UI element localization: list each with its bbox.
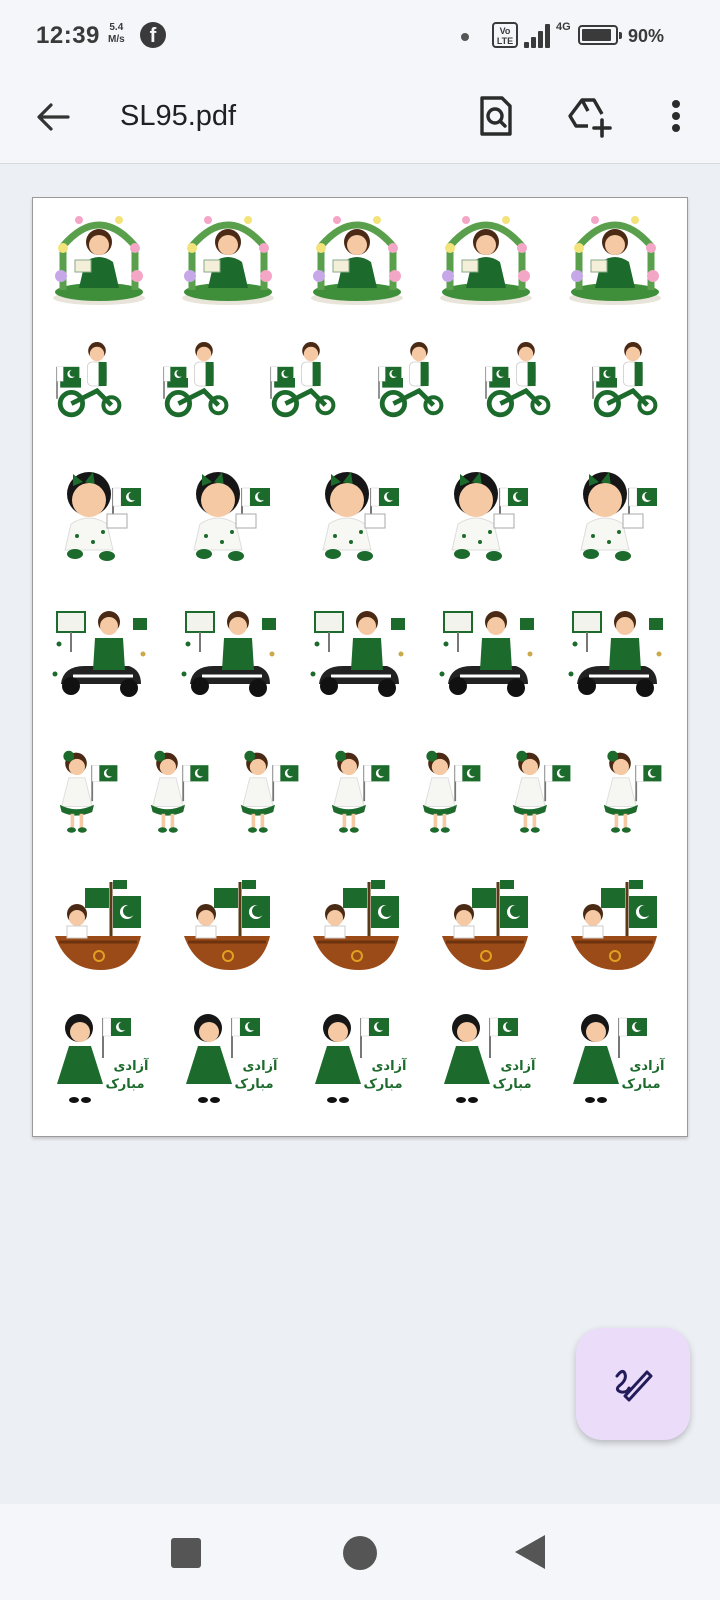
network-speed: 5.4 M/s (108, 22, 125, 46)
edit-fab-button[interactable] (576, 1328, 690, 1440)
status-time: 12:39 (36, 22, 100, 49)
svg-text:آزادی: آزادی (243, 1057, 278, 1074)
sticker-boy-on-tricycle-with-flag (485, 342, 551, 418)
svg-text:مبارک: مبارک (492, 1077, 531, 1092)
sticker-girl-in-flower-arch (182, 216, 274, 305)
svg-text:آزادی: آزادی (501, 1057, 536, 1074)
sticker-boy-on-tricycle-with-flag (592, 342, 658, 418)
network-type: 4G (556, 21, 571, 33)
battery-percent: 90% (628, 26, 665, 46)
svg-text:مبارک: مبارک (234, 1077, 273, 1092)
sticker-girl-in-dress-with-flag (240, 750, 299, 833)
svg-text:مبارک: مبارک (621, 1077, 660, 1092)
sticker-girl-in-dress-with-flag (603, 750, 662, 833)
more-options-button[interactable] (652, 92, 700, 140)
battery-icon (578, 25, 622, 45)
sticker-girl-in-flower-arch (569, 216, 661, 305)
signal-icon (524, 22, 554, 48)
top-app-bar: SL95.pdf (0, 70, 720, 164)
sticker-girl-in-flower-arch (440, 216, 532, 305)
battery-level-fill (582, 29, 611, 41)
pdf-page[interactable]: آزادی مبارک آزادی مبارک آزادی مبارک آزاد… (32, 197, 688, 1137)
sticker-baby-girl-with-flag (322, 472, 399, 561)
network-speed-unit: M/s (108, 34, 125, 45)
sticker-boy-in-go-kart (52, 611, 147, 697)
sticker-boy-on-tricycle-with-flag (56, 342, 122, 418)
more-vertical-icon (672, 100, 680, 132)
sticker-girl-in-dress-with-flag (331, 750, 390, 833)
sticker-boy-on-ship (184, 880, 270, 970)
sticker-boy-in-go-kart (439, 611, 534, 697)
svg-text:مبارک: مبارک (105, 1077, 144, 1092)
sticker-girl-in-flower-arch (53, 216, 145, 305)
sticker-boy-on-ship (571, 880, 657, 970)
sticker-boy-on-tricycle-with-flag (163, 342, 229, 418)
triangle-back-icon[interactable] (515, 1535, 545, 1569)
sticker-girl-with-flag-urdu-text: آزادی مبارک (57, 1014, 149, 1103)
sticker-girl-in-dress-with-flag (512, 750, 571, 833)
sticker-baby-girl-with-flag (64, 472, 141, 561)
sticker-boy-on-tricycle-with-flag (378, 342, 444, 418)
sticker-baby-girl-with-flag (580, 472, 657, 561)
svg-text:آزادی: آزادی (630, 1057, 665, 1074)
add-to-drive-icon (568, 98, 612, 138)
edit-pen-icon (615, 1369, 653, 1402)
sticker-girl-with-flag-urdu-text: آزادی مبارک (444, 1014, 536, 1103)
sticker-baby-girl-with-flag (193, 472, 270, 561)
network-speed-value: 5.4 (109, 22, 124, 33)
square-recents-icon[interactable] (171, 1538, 201, 1568)
svg-text:آزادی: آزادی (114, 1057, 149, 1074)
sticker-boy-on-ship (442, 880, 528, 970)
sticker-boy-on-ship (313, 880, 399, 970)
pdf-viewer[interactable]: آزادی مبارک آزادی مبارک آزادی مبارک آزاد… (0, 164, 720, 1504)
svg-text:مبارک: مبارک (363, 1077, 402, 1092)
sticker-boy-on-tricycle-with-flag (270, 342, 336, 418)
circle-home-icon[interactable] (343, 1536, 377, 1570)
document-search-icon (480, 96, 512, 136)
sticker-boy-in-go-kart (568, 611, 663, 697)
sticker-girl-in-flower-arch (311, 216, 403, 305)
notification-dot-icon (461, 33, 469, 41)
volte-icon: Vo LTE (492, 22, 518, 48)
document-title: SL95.pdf (120, 100, 237, 132)
status-bar: 12:39 5.4 M/s f Vo LTE 4G 90% (0, 0, 720, 70)
sticker-girl-in-dress-with-flag (59, 750, 118, 833)
back-button[interactable] (30, 94, 76, 140)
sticker-girl-in-dress-with-flag (150, 750, 209, 833)
sticker-girl-with-flag-urdu-text: آزادی مبارک (186, 1014, 278, 1103)
search-in-document-button[interactable] (472, 92, 520, 140)
svg-text:آزادی: آزادی (372, 1057, 407, 1074)
sticker-girl-in-dress-with-flag (422, 750, 481, 833)
arrow-back-icon (37, 103, 70, 131)
sticker-boy-in-go-kart (181, 611, 276, 697)
sticker-girl-with-flag-urdu-text: آزادی مبارک (573, 1014, 665, 1103)
sticker-baby-girl-with-flag (451, 472, 528, 561)
sticker-girl-with-flag-urdu-text: آزادی مبارک (315, 1014, 407, 1103)
sticker-boy-in-go-kart (310, 611, 405, 697)
facebook-icon: f (140, 22, 166, 48)
system-navigation-bar (0, 1504, 720, 1600)
add-to-drive-button[interactable] (566, 92, 614, 140)
sticker-boy-on-ship (55, 880, 141, 970)
